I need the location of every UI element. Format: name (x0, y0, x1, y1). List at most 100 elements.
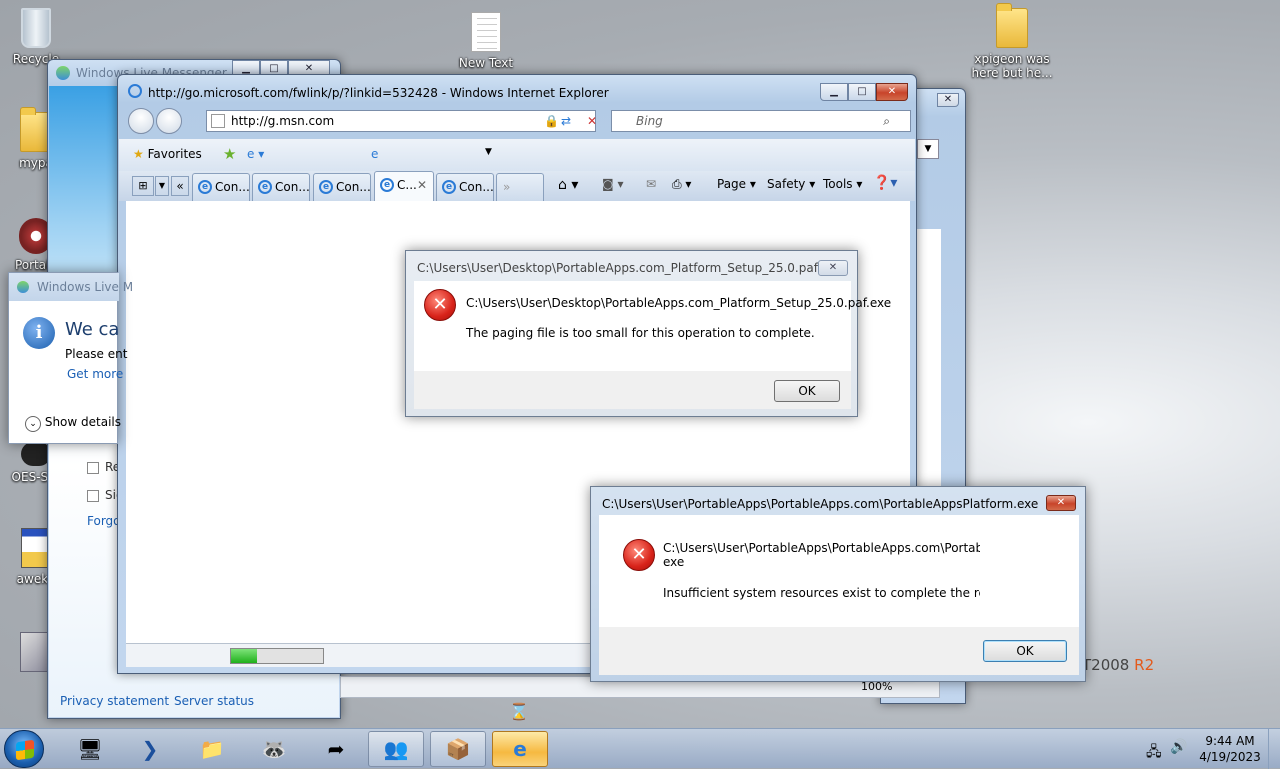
error-path: C:\Users\User\PortableApps\PortableApps.… (663, 541, 980, 569)
read-mail-icon[interactable]: ✉ (646, 177, 656, 191)
refresh-button[interactable]: ⇄ (555, 110, 577, 132)
progress-bar (230, 648, 324, 664)
page-menu[interactable]: Page ▾ (717, 177, 756, 191)
safety-menu[interactable]: Safety ▾ (767, 177, 815, 191)
search-icon[interactable]: ⌕ (883, 111, 890, 131)
error-message: The paging file is too small for this op… (466, 326, 815, 340)
add-favorite-icon[interactable]: ★ (223, 145, 236, 163)
explorer-folder-icon[interactable]: 📁 (184, 731, 240, 767)
tab-scroll-left[interactable]: « (171, 176, 189, 196)
network-icon[interactable]: 🖧 (1146, 741, 1162, 765)
portableapps-taskbar-button[interactable]: 📦 (430, 731, 486, 767)
ie-tab-icon: e (258, 180, 272, 194)
ok-button[interactable]: OK (774, 380, 840, 402)
dialog-body-text: Please ent (65, 347, 128, 361)
messenger-error-dialog[interactable]: Windows Live M i We ca Please ent Get mo… (8, 272, 133, 444)
tab-list-dropdown[interactable]: ▼ (155, 176, 169, 196)
webslice-dropdown-icon[interactable]: ▼ (485, 147, 492, 157)
powershell-icon[interactable]: ❯ (122, 731, 178, 767)
help-icon[interactable]: ❓▾ (873, 175, 897, 191)
server-manager-icon[interactable]: 🖥 (62, 731, 118, 767)
favorites-button[interactable]: ★ Favorites (133, 147, 202, 161)
chevron-down-icon: ⌄ (25, 416, 41, 432)
close-button[interactable]: ✕ (937, 93, 959, 107)
stop-button[interactable]: ✕ (581, 110, 603, 132)
minimize-button[interactable]: ▁ (820, 83, 848, 101)
tools-menu[interactable]: Tools ▾ (823, 177, 862, 191)
remember-me-row[interactable]: Re (87, 460, 120, 474)
messenger-taskbar-button[interactable]: 👥 (368, 731, 424, 767)
recycle-bin-icon (21, 8, 51, 48)
insufficient-resources-error-dialog[interactable]: C:\Users\User\PortableApps\PortableApps.… (590, 486, 1086, 682)
dialog-title: C:\Users\User\Desktop\PortableApps.com_P… (417, 261, 843, 275)
search-input[interactable]: Bing ⌕ (611, 110, 911, 132)
close-button[interactable]: ✕ (818, 260, 848, 276)
close-button[interactable]: ✕ (1046, 495, 1076, 511)
dialog-title: Windows Live M (37, 280, 134, 294)
hourglass-cursor-icon: ⌛ (509, 702, 529, 721)
info-icon: i (23, 317, 55, 349)
maximize-button[interactable]: □ (848, 83, 876, 101)
forward-button[interactable] (156, 108, 182, 134)
desktop-icon-recycle-bin[interactable]: Recycle (0, 8, 76, 66)
feeds-icon[interactable]: ◙ ▾ (602, 177, 623, 191)
close-tab-icon[interactable]: ✕ (417, 172, 427, 198)
ie-taskbar-button[interactable]: e (492, 731, 548, 767)
messenger-logo-icon (56, 66, 70, 80)
tab-2[interactable]: e Con... (252, 173, 310, 201)
tab-3[interactable]: e Con... (313, 173, 371, 201)
show-desktop-button[interactable] (1268, 729, 1280, 769)
remember-checkbox[interactable] (87, 461, 99, 474)
desktop-icon-new-text[interactable]: New Text (446, 12, 526, 70)
ie-tab-icon: e (380, 178, 394, 192)
show-details-button[interactable]: ⌄ Show details (25, 415, 121, 432)
print-icon[interactable]: ⎙ ▾ (672, 177, 691, 192)
privacy-statement-link[interactable]: Privacy statement (60, 694, 169, 708)
address-bar[interactable]: http://g.msn.com 🔒 (206, 110, 596, 132)
volume-icon[interactable]: 🔊 (1170, 739, 1187, 755)
signin-auto-checkbox[interactable] (87, 489, 99, 502)
ie-tab-icon: e (442, 180, 456, 194)
star-icon: ★ (133, 147, 144, 161)
messenger-logo-icon (17, 281, 29, 293)
error-icon: ✕ (424, 289, 456, 321)
tab-1[interactable]: e Con... (192, 173, 250, 201)
arrow-app-icon[interactable]: ➦ (308, 731, 364, 767)
error-message: Insufficient system resources exist to c… (663, 586, 980, 600)
error-icon: ✕ (623, 539, 655, 571)
ok-button[interactable]: OK (983, 640, 1067, 662)
dialog-title: C:\Users\User\PortableApps\PortableApps.… (602, 497, 1039, 511)
start-button[interactable] (4, 730, 44, 768)
ie-tab-icon: e (198, 180, 212, 194)
paging-file-error-dialog[interactable]: C:\Users\User\Desktop\PortableApps.com_P… (405, 250, 891, 417)
new-tab-button[interactable]: » (496, 173, 544, 201)
window-title: http://go.microsoft.com/fwlink/p/?linkid… (148, 86, 609, 100)
progress-fill (231, 649, 257, 663)
dialog-heading: We ca (65, 319, 120, 340)
text-document-icon (471, 12, 501, 52)
quick-tabs-button[interactable]: ⊞ (132, 176, 154, 196)
close-button[interactable]: ✕ (876, 83, 908, 101)
tab-5[interactable]: e Con... (436, 173, 494, 201)
ie-logo-icon (128, 84, 142, 98)
forgot-password-link[interactable]: Forgo (87, 514, 121, 528)
dialog-body: ✕ C:\Users\User\PortableApps\PortableApp… (599, 515, 1079, 627)
folder-icon (996, 3, 1028, 48)
error-path: C:\Users\User\Desktop\PortableApps.com_P… (466, 296, 892, 310)
home-icon[interactable]: ⌂ ▾ (558, 177, 578, 193)
clock[interactable]: 9:44 AM 4/19/2023 (1196, 733, 1264, 765)
favorites-bar: ★ Favorites ★ e ▾ e ▼ (119, 139, 915, 171)
raccoon-app-icon[interactable]: 🦝 (246, 731, 302, 767)
tab-4-active[interactable]: e C... ✕ (374, 171, 434, 201)
dropdown-arrow-icon[interactable]: ▼ (917, 139, 939, 159)
get-more-link[interactable]: Get more (67, 367, 123, 381)
os-watermark: T2008 R2 (1082, 656, 1155, 674)
suggested-sites-icon[interactable]: e ▾ (247, 147, 264, 161)
server-status-link[interactable]: Server status (174, 694, 254, 708)
page-icon (211, 114, 225, 128)
desktop-icon-xpigeon[interactable]: xpigeon was here but he... (970, 3, 1054, 80)
taskbar: 🖥 ❯ 📁 🦝 ➦ 👥 📦 e 🖧 🔊 9:44 AM 4/19/2023 (0, 728, 1280, 769)
webslice-icon[interactable]: e (371, 147, 378, 161)
back-button[interactable] (128, 108, 154, 134)
ie-tab-icon: e (319, 180, 333, 194)
